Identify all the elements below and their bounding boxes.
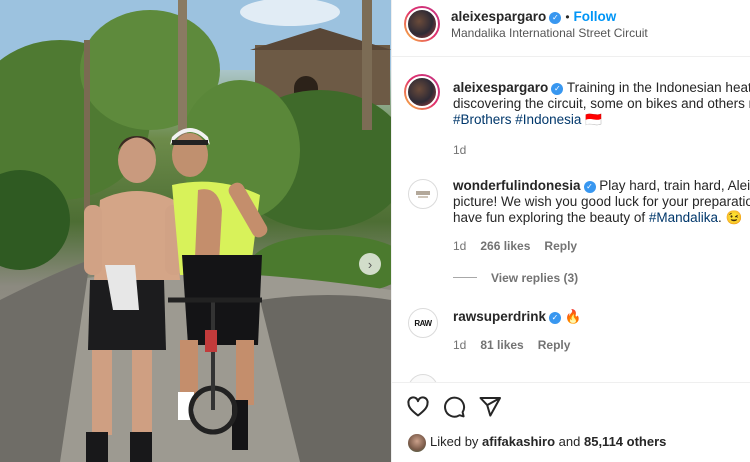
liked-by-line: Liked by afifakashiro and 85,114 others: [430, 434, 666, 449]
comment-text-line2: picture! We wish you good luck for your …: [453, 194, 750, 209]
reply-button[interactable]: Reply: [544, 239, 577, 253]
comment-timestamp: 1d: [453, 338, 467, 352]
post-side-panel: aleixespargaro ✓ • Follow Mandalika Interna…: [391, 0, 750, 462]
next-comment-avatar[interactable]: [408, 374, 438, 382]
comment-text-line1: Play hard, train hard, Aleix.: [599, 178, 750, 193]
comment-username[interactable]: rawsuperdrink: [453, 309, 546, 324]
verified-badge-icon: ✓: [583, 181, 596, 193]
liked-by-username[interactable]: afifakashiro: [482, 434, 555, 449]
comment-icon[interactable]: [442, 395, 466, 419]
liked-by-prefix: Liked by: [430, 434, 479, 449]
view-replies-row[interactable]: View replies (3): [453, 269, 750, 287]
separator-dot: •: [565, 10, 570, 24]
comments-list: aleixespargaro ✓ Training in the Indonesi…: [392, 58, 750, 382]
verified-badge-icon: ✓: [549, 12, 562, 24]
comment-timestamp: 1d: [453, 239, 467, 253]
follow-button[interactable]: Follow: [574, 9, 617, 24]
comment-like-count[interactable]: 81 likes: [480, 338, 523, 352]
comment-text-line3: have fun exploring the beauty of: [453, 210, 646, 225]
post-footer: Liked by afifakashiro and 85,114 others: [392, 382, 750, 462]
post-header: aleixespargaro ✓ • Follow Mandalika Interna…: [392, 0, 750, 57]
chevron-right-icon: ›: [367, 256, 373, 272]
heart-icon[interactable]: [406, 395, 430, 419]
likes-count-others[interactable]: 85,114 others: [584, 434, 666, 449]
comment-username[interactable]: wonderfulindonesia: [453, 178, 581, 193]
caption-author-avatar[interactable]: [404, 74, 440, 110]
post-location[interactable]: Mandalika International Street Circuit: [451, 26, 648, 40]
carousel-next-button[interactable]: ›: [359, 253, 381, 275]
verified-badge-icon: ✓: [551, 83, 564, 95]
post-photo: ›: [0, 0, 391, 462]
comment-wonderfulindonesia: wonderfulindonesia ✓ Play hard, train har…: [453, 178, 750, 287]
verified-badge-icon: ✓: [549, 312, 562, 324]
indonesia-flag-emoji: 🇮🇩: [585, 112, 602, 127]
comment-text-line3-suffix: . 😉: [717, 210, 743, 225]
caption-timestamp: 1d: [453, 143, 467, 157]
replies-divider-line: [453, 277, 477, 279]
comment-like-count[interactable]: 266 likes: [480, 239, 530, 253]
photo-scene: [0, 0, 391, 462]
header-title-row: aleixespargaro ✓ • Follow: [451, 8, 616, 26]
hashtag-indonesia[interactable]: #Indonesia: [515, 112, 581, 127]
wonderfulindonesia-avatar[interactable]: [408, 179, 438, 209]
caption-text-line1: Training in the Indonesian heat a: [566, 80, 750, 95]
liker-avatar[interactable]: [408, 434, 426, 452]
rawsuperdrink-avatar[interactable]: RAW: [408, 308, 438, 338]
hashtag-brothers[interactable]: #Brothers: [453, 112, 512, 127]
comment-rawsuperdrink: rawsuperdrink ✓ 🔥 1d 81 likes Reply: [453, 309, 582, 352]
comment-text: 🔥: [564, 309, 582, 324]
view-replies-button[interactable]: View replies (3): [491, 271, 578, 285]
caption: aleixespargaro ✓ Training in the Indonesi…: [453, 80, 750, 157]
reply-button[interactable]: Reply: [538, 338, 571, 352]
share-icon[interactable]: [478, 395, 502, 419]
liked-by-and: and: [558, 434, 581, 449]
caption-username[interactable]: aleixespargaro: [453, 80, 548, 95]
comment-meta: 1d 266 likes Reply: [453, 239, 750, 253]
author-avatar[interactable]: [404, 6, 440, 42]
comment-meta: 1d 81 likes Reply: [453, 338, 582, 352]
action-bar: [406, 395, 502, 419]
hashtag-mandalika[interactable]: #Mandalika: [649, 210, 718, 225]
caption-text-line2: discovering the circuit, some on bikes a…: [453, 96, 750, 111]
author-username[interactable]: aleixespargaro: [451, 9, 546, 24]
